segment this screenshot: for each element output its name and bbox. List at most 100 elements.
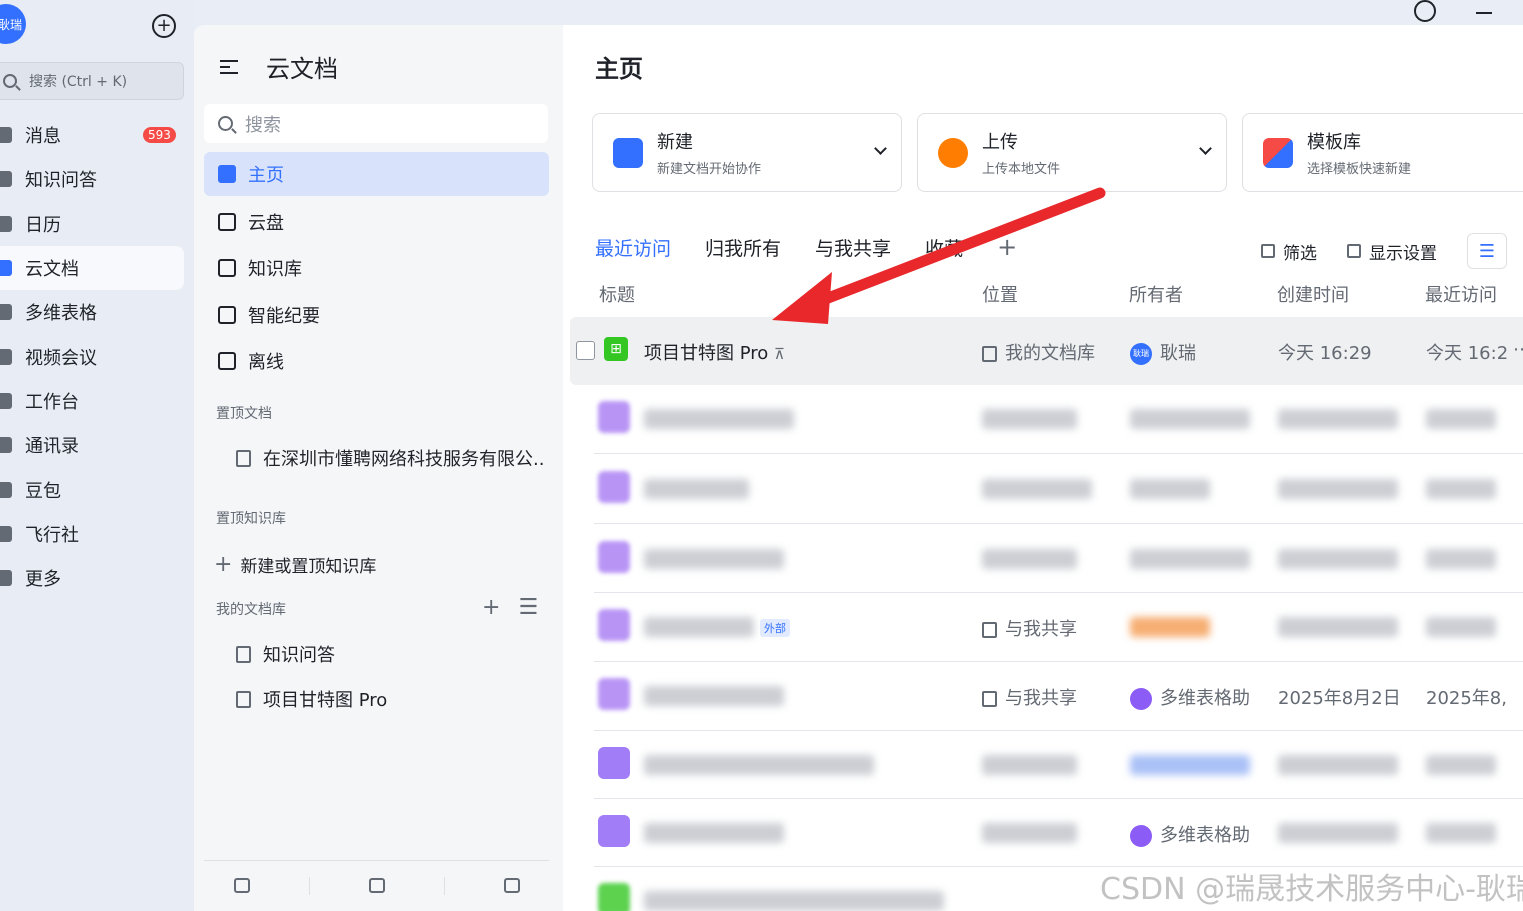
folder-icon <box>982 691 997 707</box>
table-row[interactable] <box>570 385 1523 453</box>
tab-favorites[interactable]: 收藏 <box>925 234 963 261</box>
blurred-text <box>644 409 794 429</box>
template-card[interactable]: 模板库 选择模板快速新建 <box>1242 113 1523 192</box>
table-row[interactable]: ⊞ 项目甘特图 Pro ⊼ 我的文档库 耿瑞 耿瑞 今天 16:29 今天 16:… <box>570 317 1523 385</box>
sidebar-item-label: 主页 <box>248 165 284 186</box>
offline-icon <box>218 352 236 371</box>
rail-item-more[interactable]: 更多 <box>0 556 194 600</box>
tab-recent[interactable]: 最近访问 <box>595 234 671 261</box>
new-doc-card[interactable]: 新建新建文档开始协作 <box>592 113 902 192</box>
sidebar-header: 云文档 <box>220 49 338 84</box>
chevron-down-icon[interactable] <box>1199 142 1212 155</box>
trash-icon[interactable] <box>503 878 520 893</box>
rail-item-docs[interactable]: 云文档 <box>0 245 184 291</box>
list-view-icon[interactable]: ☰ <box>1467 233 1507 269</box>
minimize-icon[interactable] <box>1476 12 1492 14</box>
rail-item-workplace[interactable]: 工作台 <box>0 379 194 423</box>
sidebar-item-home[interactable]: 主页 <box>204 152 549 196</box>
user-avatar[interactable]: 耿瑞 <box>0 4 26 44</box>
tab-owned[interactable]: 归我所有 <box>705 234 781 261</box>
row-location: 与我共享 <box>982 684 1077 710</box>
inbox-icon[interactable] <box>233 878 250 893</box>
doc-tabs: 最近访问 归我所有 与我共享 收藏 + <box>595 233 1017 261</box>
rail-item-meeting[interactable]: 视频会议 <box>0 334 194 378</box>
sidebar-title: 云文档 <box>266 55 338 83</box>
sidebar-item-drive[interactable]: 云盘 <box>204 199 549 246</box>
global-search[interactable]: 搜索 (Ctrl + K) <box>0 62 184 100</box>
book-icon <box>0 525 12 542</box>
add-kb-button[interactable]: + 新建或置顶知识库 <box>214 552 376 577</box>
library-item[interactable]: 项目甘特图 Pro <box>236 686 546 712</box>
more-apps-icon <box>0 570 12 587</box>
briefcase-icon[interactable] <box>368 878 385 893</box>
owner-avatar: 耿瑞 <box>1130 343 1152 365</box>
add-icon[interactable]: + <box>152 14 176 38</box>
row-location-text: 我的文档库 <box>1005 343 1095 364</box>
window-controls <box>1414 0 1523 22</box>
sidebar-item-offline[interactable]: 离线 <box>204 338 549 385</box>
drive-icon <box>218 212 236 231</box>
card-subtitle: 新建文档开始协作 <box>657 162 762 177</box>
table-row[interactable] <box>570 525 1523 593</box>
library-item-title: 项目甘特图 Pro <box>263 690 388 711</box>
docs-search-input[interactable]: 搜索 <box>204 104 548 143</box>
doubao-icon <box>0 481 12 498</box>
add-icon[interactable]: + <box>482 595 500 620</box>
table-row[interactable]: 外部 与我共享 <box>570 593 1523 661</box>
filter-button[interactable]: 筛选 <box>1261 239 1317 264</box>
divider <box>443 876 445 895</box>
collapse-sidebar-icon[interactable] <box>220 59 238 74</box>
row-location: 我的文档库 <box>982 339 1095 365</box>
list-settings-icon[interactable]: ☰ <box>518 595 538 620</box>
table-row[interactable] <box>570 455 1523 523</box>
sidebar-item-wiki[interactable]: 知识库 <box>204 245 549 292</box>
column-title: 标题 <box>599 285 635 306</box>
doc-icon <box>598 609 630 641</box>
history-icon[interactable] <box>1414 0 1436 22</box>
doc-icon <box>598 471 630 503</box>
card-title: 模板库 <box>1307 132 1361 153</box>
table-row[interactable]: 与我共享 多维表格助 2025年8月2日 2025年8, <box>570 662 1523 730</box>
rail-item-feixingshe[interactable]: 飞行社 <box>0 512 194 556</box>
rail-item-base[interactable]: 多维表格 <box>0 290 194 334</box>
sheet-icon <box>598 883 630 911</box>
rail-item-qa[interactable]: 知识问答 <box>0 157 194 201</box>
row-owner: 多维表格助 <box>1130 684 1250 710</box>
library-actions: + ☰ <box>482 595 538 620</box>
sidebar-item-label: 知识库 <box>248 259 302 281</box>
pin-icon[interactable]: ⊼ <box>774 345 785 363</box>
column-created: 创建时间 <box>1277 285 1349 306</box>
upload-card[interactable]: 上传 上传本地文件 <box>917 113 1227 192</box>
column-owner: 所有者 <box>1129 285 1183 306</box>
sidebar-item-minutes[interactable]: 智能纪要 <box>204 292 549 339</box>
folder-icon <box>982 622 997 638</box>
library-item[interactable]: 知识问答 <box>236 641 546 667</box>
rail-item-label: 日历 <box>25 214 61 236</box>
blurred-text <box>644 755 874 775</box>
table-row[interactable]: 多维表格助 <box>570 799 1523 867</box>
blurred-text <box>1278 755 1398 775</box>
settings-icon <box>1347 244 1361 258</box>
tab-shared[interactable]: 与我共享 <box>815 234 891 261</box>
row-created: 2025年8月2日 <box>1278 688 1401 709</box>
rail-item-contacts[interactable]: 通讯录 <box>0 423 194 467</box>
rail-item-messages[interactable]: 消息 593 <box>0 113 194 157</box>
docs-sidebar: 云文档 搜索 主页 云盘 知识库 智能纪要 离线 置顶文档 在深圳市懂聘网络科技… <box>194 25 563 911</box>
more-icon[interactable]: ⋯ <box>1513 339 1523 360</box>
table-row[interactable] <box>570 731 1523 799</box>
rail-item-calendar[interactable]: 日历 <box>0 202 194 246</box>
pinned-doc-item[interactable]: 在深圳市懂聘网络科技服务有限公... <box>236 445 546 471</box>
blurred-text <box>982 755 1077 775</box>
doc-icon <box>598 541 630 573</box>
blurred-text <box>1278 409 1398 429</box>
card-subtitle: 上传本地文件 <box>982 162 1061 177</box>
blurred-text <box>1278 823 1398 843</box>
card-title: 新建 <box>657 132 693 153</box>
chevron-down-icon[interactable] <box>874 142 887 155</box>
home-icon <box>218 165 236 183</box>
row-checkbox[interactable] <box>576 341 595 360</box>
add-tab-icon[interactable]: + <box>997 233 1017 261</box>
sidebar-item-label: 云盘 <box>248 212 284 234</box>
display-settings-button[interactable]: 显示设置 <box>1347 239 1437 264</box>
rail-item-doubao[interactable]: 豆包 <box>0 467 194 511</box>
